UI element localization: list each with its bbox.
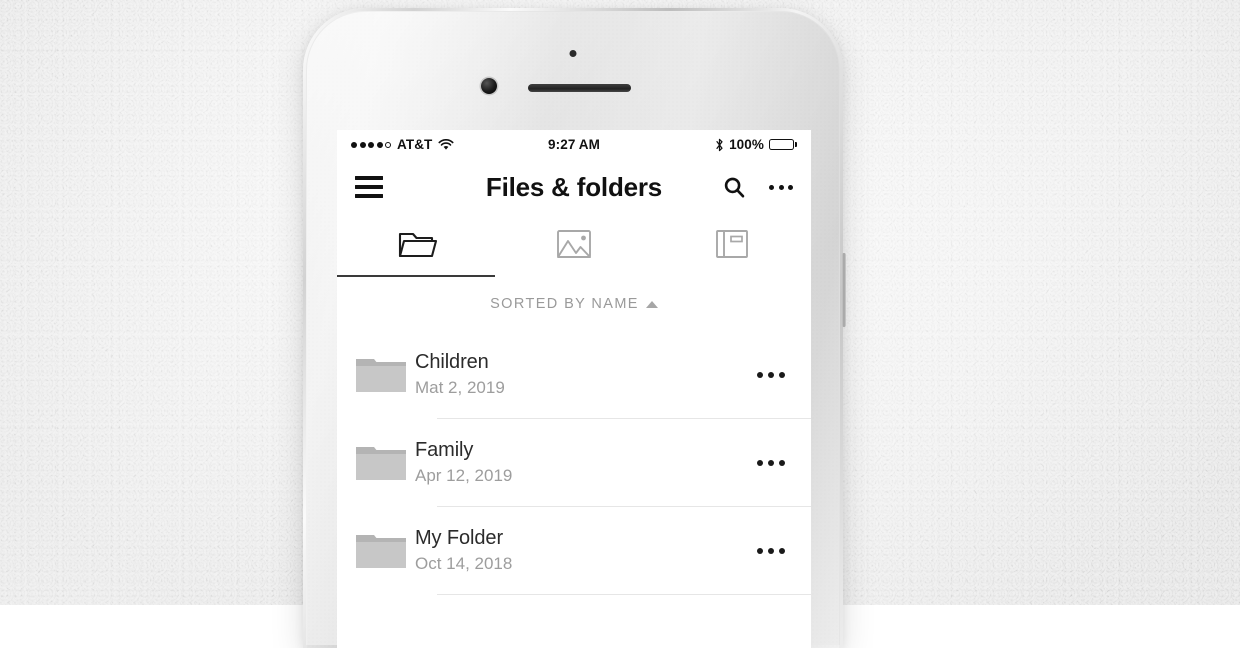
sort-label: SORTED BY NAME	[490, 296, 639, 312]
list-item[interactable]: Family Apr 12, 2019	[337, 419, 811, 507]
overflow-menu-icon[interactable]	[769, 185, 793, 190]
list-item-overflow-menu-icon[interactable]	[753, 538, 789, 564]
list-item-name: My Folder	[415, 526, 753, 551]
list-item-overflow-menu-icon[interactable]	[753, 450, 789, 476]
carrier-label: AT&T	[397, 137, 432, 152]
battery-icon	[769, 139, 797, 151]
folder-list: Children Mat 2, 2019 Family	[337, 331, 811, 595]
status-bar-left: AT&T	[351, 137, 454, 152]
hamburger-menu-icon[interactable]	[355, 176, 383, 199]
tab-albums[interactable]	[653, 215, 811, 277]
list-item-name: Family	[415, 438, 753, 463]
earpiece-speaker-icon	[528, 84, 631, 92]
search-icon[interactable]	[722, 175, 747, 200]
list-item-overflow-menu-icon[interactable]	[753, 362, 789, 388]
folder-filled-icon	[351, 352, 411, 398]
folder-filled-icon	[351, 528, 411, 574]
list-item-date: Oct 14, 2018	[415, 553, 753, 576]
image-gallery-icon	[554, 227, 594, 266]
list-item[interactable]: My Folder Oct 14, 2018	[337, 507, 811, 595]
album-book-icon	[712, 227, 752, 266]
list-divider	[437, 594, 811, 595]
bluetooth-icon	[715, 138, 724, 152]
sort-control[interactable]: SORTED BY NAME	[337, 277, 811, 331]
list-item-name: Children	[415, 350, 753, 375]
list-item-text: Children Mat 2, 2019	[411, 350, 753, 400]
list-item[interactable]: Children Mat 2, 2019	[337, 331, 811, 419]
active-tab-indicator	[337, 275, 495, 277]
list-item-text: Family Apr 12, 2019	[411, 438, 753, 488]
triangle-up-icon	[646, 301, 658, 308]
status-bar: AT&T 9:27 AM 100%	[337, 130, 811, 159]
folder-filled-icon	[351, 440, 411, 486]
tab-photos[interactable]	[495, 215, 653, 277]
status-bar-right: 100%	[715, 137, 797, 152]
signal-strength-icon	[351, 142, 391, 148]
tab-bar	[337, 215, 811, 277]
phone-device: AT&T 9:27 AM 100%	[303, 8, 843, 648]
tab-folders[interactable]	[337, 215, 495, 277]
proximity-sensor-icon	[570, 50, 577, 57]
list-item-date: Apr 12, 2019	[415, 465, 753, 488]
list-item-text: My Folder Oct 14, 2018	[411, 526, 753, 576]
phone-screen: AT&T 9:27 AM 100%	[337, 130, 811, 648]
battery-percent-label: 100%	[729, 137, 764, 152]
front-camera-icon	[481, 78, 497, 94]
wifi-icon	[438, 139, 454, 151]
header-actions	[722, 175, 793, 200]
power-button[interactable]	[842, 253, 846, 327]
app-header: Files & folders	[337, 159, 811, 215]
folder-icon	[394, 226, 438, 267]
list-item-date: Mat 2, 2019	[415, 377, 753, 400]
